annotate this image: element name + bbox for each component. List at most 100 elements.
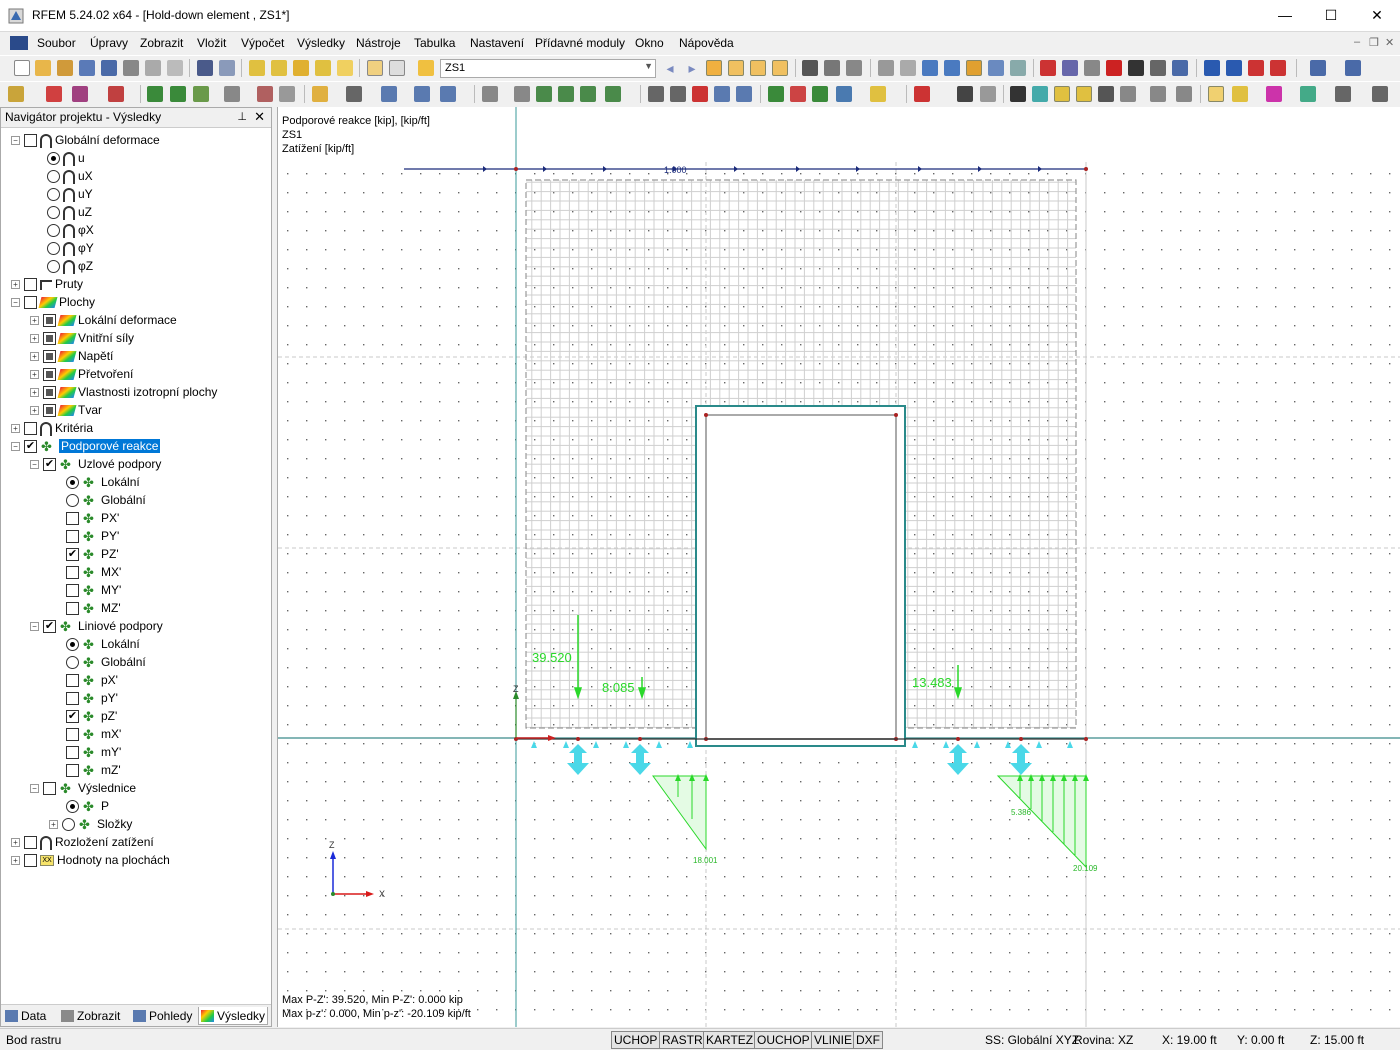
member-icon[interactable] <box>108 86 124 102</box>
tree-item-stresses[interactable]: + Napětí <box>30 347 113 365</box>
search-icon[interactable] <box>271 60 287 76</box>
save-all-icon[interactable] <box>79 60 95 76</box>
tree-item-resultants[interactable]: −Výslednice <box>30 779 136 798</box>
menu-upravy[interactable]: Úpravy <box>90 36 128 50</box>
view-pan-icon[interactable] <box>944 60 960 76</box>
tab-results[interactable]: Výsledky <box>198 1007 268 1025</box>
tree-item-pz[interactable]: ✔PZ' <box>66 545 119 564</box>
tree-item-isotropic-properties[interactable]: + Vlastnosti izotropní plochy <box>30 383 217 401</box>
solid-load-icon[interactable] <box>414 86 430 102</box>
tree-item-local-deformations[interactable]: + Lokální deformace <box>30 311 177 329</box>
open-folder-icon[interactable] <box>35 60 51 76</box>
graphics-viewport[interactable]: Podporové reakce [kip], [kip/ft] ZS1 Zat… <box>277 107 1400 1027</box>
imposed-deformation-icon[interactable] <box>440 86 456 102</box>
surface-support-icon[interactable] <box>193 86 209 102</box>
tree-item-internal-forces[interactable]: + Vnitřní síly <box>30 329 134 347</box>
table-toggle-icon[interactable] <box>367 60 383 76</box>
redo-icon[interactable] <box>219 60 235 76</box>
polyline-icon[interactable] <box>72 86 88 102</box>
panel-options-icon[interactable] <box>1372 86 1388 102</box>
menu-soubor[interactable]: Soubor <box>37 36 76 50</box>
tree-item-criteria[interactable]: + Kritéria <box>11 419 93 437</box>
display-members-icon[interactable] <box>1010 86 1026 102</box>
tree-item-surfaces[interactable]: − Plochy <box>11 293 95 311</box>
new-file-icon[interactable] <box>14 60 30 76</box>
view-rotate-icon[interactable] <box>922 60 938 76</box>
filter-icon[interactable] <box>1300 86 1316 102</box>
nodal-load-icon[interactable] <box>312 86 328 102</box>
close-icon[interactable]: ✕ <box>254 109 265 125</box>
generate-icon[interactable] <box>482 86 498 102</box>
tree-item-py[interactable]: PY' <box>66 527 119 546</box>
tree-item-uy[interactable]: uY <box>47 185 93 203</box>
previous-loadcase-icon[interactable]: ◂ <box>662 60 678 76</box>
model-check-icon[interactable] <box>648 86 664 102</box>
axis-y-icon[interactable] <box>790 86 806 102</box>
tree-item-nodal-local[interactable]: Lokální <box>66 473 140 492</box>
save-icon[interactable] <box>101 60 117 76</box>
mdi-minimize-icon[interactable]: – <box>1354 36 1360 48</box>
loadcase-icon[interactable] <box>418 60 434 76</box>
tree-item-strains[interactable]: + Přetvoření <box>30 365 133 383</box>
print-preview-icon[interactable] <box>167 60 183 76</box>
calculate-icon[interactable] <box>293 60 309 76</box>
tree-item-px[interactable]: PX' <box>66 509 119 528</box>
connect-icon[interactable] <box>605 86 621 102</box>
object-snap-toggle-button[interactable]: OUCHOP <box>754 1031 813 1049</box>
menu-vypocet[interactable]: Výpočet <box>241 36 284 50</box>
line-icon[interactable] <box>46 86 62 102</box>
menu-nastaveni[interactable]: Nastavení <box>470 36 524 50</box>
tree-item-mz[interactable]: MZ' <box>66 599 121 618</box>
section-icon[interactable] <box>1062 60 1078 76</box>
menu-nastroje[interactable]: Nástroje <box>356 36 401 50</box>
tree-item-line-mz[interactable]: mZ' <box>66 761 121 780</box>
display-numbering-icon[interactable] <box>1150 86 1166 102</box>
result-xxx-icon[interactable] <box>772 60 788 76</box>
panel-icon[interactable] <box>1335 86 1351 102</box>
navigator-toggle-icon[interactable] <box>389 60 405 76</box>
tree-item-members[interactable]: + Pruty <box>11 275 83 293</box>
grid-toggle-button[interactable]: RASTR <box>659 1031 706 1049</box>
nodal-support-icon[interactable] <box>147 86 163 102</box>
menu-vysledky[interactable]: Výsledky <box>297 36 345 50</box>
export-excel-icon[interactable] <box>1226 60 1242 76</box>
animation-icon[interactable] <box>824 60 840 76</box>
dimension-icon[interactable] <box>914 86 930 102</box>
rotate-icon[interactable] <box>558 86 574 102</box>
grid-icon[interactable] <box>878 60 894 76</box>
mdi-close-icon[interactable]: ✕ <box>1385 36 1394 49</box>
surface-load-icon[interactable] <box>381 86 397 102</box>
copy-icon[interactable] <box>514 86 530 102</box>
delete-unused-icon[interactable] <box>692 86 708 102</box>
line-hinge-icon[interactable] <box>257 86 273 102</box>
edit-pencil-icon[interactable] <box>249 60 265 76</box>
menu-okno[interactable]: Okno <box>635 36 664 50</box>
menu-napoveda[interactable]: Nápověda <box>679 36 734 50</box>
window-layout-icon[interactable] <box>1310 60 1326 76</box>
tab-display[interactable]: Zobrazit <box>59 1007 120 1025</box>
tree-item-line-my[interactable]: mY' <box>66 743 121 762</box>
member-load-icon[interactable] <box>346 86 362 102</box>
tree-item-line-px[interactable]: pX' <box>66 671 118 690</box>
guideline-icon[interactable] <box>980 86 996 102</box>
export-icon[interactable] <box>1204 60 1220 76</box>
tree-item-line-supports[interactable]: −✔Liniové podpory <box>30 617 163 636</box>
view-zoom-icon[interactable] <box>966 60 982 76</box>
comment-icon[interactable] <box>957 86 973 102</box>
mirror-icon[interactable] <box>1084 60 1100 76</box>
divide-icon[interactable] <box>580 86 596 102</box>
menu-zobrazit[interactable]: Zobrazit <box>140 36 183 50</box>
next-loadcase-icon[interactable]: ▸ <box>684 60 700 76</box>
scale-icon[interactable] <box>846 60 862 76</box>
undo-icon[interactable] <box>197 60 213 76</box>
table-grid-icon[interactable] <box>1176 86 1192 102</box>
open-project-icon[interactable] <box>57 60 73 76</box>
clipboard-icon[interactable] <box>1150 60 1166 76</box>
export-pdf-icon[interactable] <box>1248 60 1264 76</box>
max-min-icon[interactable] <box>728 60 744 76</box>
menu-vlozit[interactable]: Vložit <box>197 36 226 50</box>
iso-view-icon[interactable] <box>836 86 852 102</box>
color-scale-icon[interactable] <box>1266 86 1282 102</box>
tab-data[interactable]: Data <box>3 1007 46 1025</box>
tree-item-ux[interactable]: uX <box>47 167 93 185</box>
